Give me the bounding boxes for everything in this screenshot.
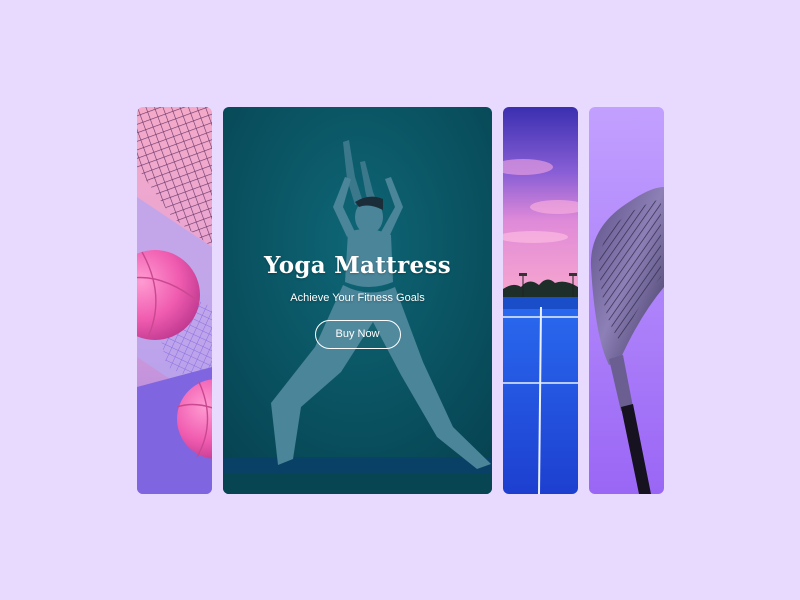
slide-yoga-mattress[interactable]: Yoga Mattress Achieve Your Fitness Goals… — [223, 107, 492, 494]
slide-subtitle: Achieve Your Fitness Goals — [290, 291, 425, 304]
slide-tennis-court[interactable] — [503, 107, 578, 494]
carousel: Yoga Mattress Achieve Your Fitness Goals… — [0, 0, 800, 600]
golf-club-image — [589, 107, 664, 494]
tennis-court-image — [503, 107, 578, 494]
slide-basketball[interactable] — [137, 107, 212, 494]
basketball-image — [137, 107, 212, 494]
slide-title: Yoga Mattress — [264, 252, 451, 279]
slide-caption: Yoga Mattress Achieve Your Fitness Goals… — [223, 107, 492, 494]
slide-golf-club[interactable] — [589, 107, 664, 494]
buy-now-button[interactable]: Buy Now — [314, 319, 401, 349]
